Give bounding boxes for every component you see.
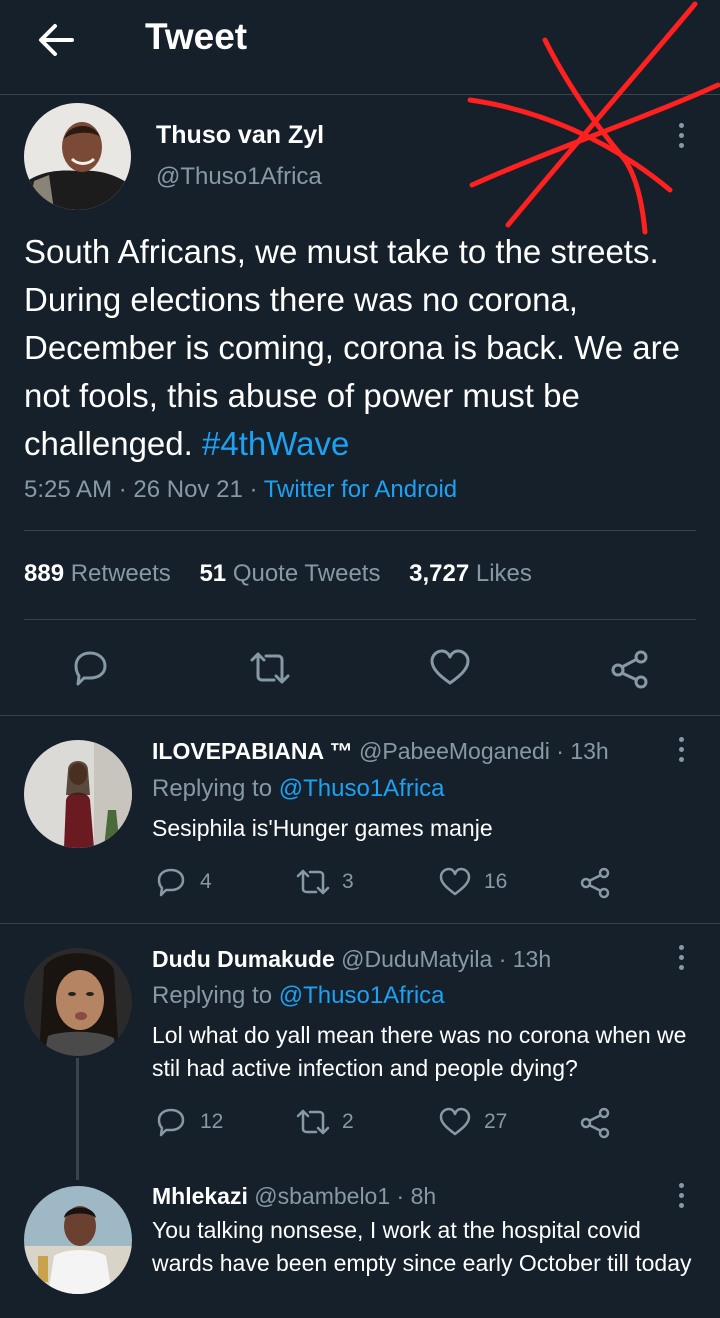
author-name[interactable]: Thuso van Zyl bbox=[156, 121, 324, 150]
hashtag-link[interactable]: #4thWave bbox=[202, 425, 349, 462]
heart-icon bbox=[439, 1107, 471, 1136]
red-cross-scribble bbox=[467, 1, 720, 235]
divider bbox=[0, 715, 720, 716]
likes-count: 3,727 bbox=[409, 560, 470, 587]
tweet-stats: 889 Retweets 51 Quote Tweets 3,727 Likes bbox=[24, 560, 554, 588]
reply-time: 8h bbox=[410, 1183, 437, 1209]
like-count: 27 bbox=[484, 1110, 508, 1133]
heart-icon bbox=[439, 867, 471, 896]
retweets-count: 889 bbox=[24, 560, 65, 587]
reply-action-bar: 12 2 27 bbox=[152, 1104, 622, 1140]
retweet-icon bbox=[296, 869, 330, 895]
more-options-icon[interactable] bbox=[676, 945, 686, 975]
reply-icon bbox=[74, 651, 107, 686]
reply-time: 13h bbox=[570, 738, 609, 764]
share-icon bbox=[580, 1107, 610, 1139]
reply-author[interactable]: Dudu Dumakude @DuduMatyila · 13h bbox=[152, 946, 551, 973]
reply-icon bbox=[157, 1108, 185, 1137]
share-icon bbox=[611, 650, 648, 689]
tweet-source-link[interactable]: Twitter for Android bbox=[264, 476, 457, 503]
reply-author[interactable]: Mhlekazi @sbambelo1 · 8h bbox=[152, 1183, 436, 1210]
retweet-button[interactable]: 3 bbox=[296, 864, 354, 900]
reply-avatar[interactable] bbox=[24, 1186, 132, 1294]
retweet-icon bbox=[296, 1109, 330, 1135]
separator-dot: · bbox=[549, 738, 571, 764]
mention-link[interactable]: @Thuso1Africa bbox=[279, 982, 445, 1009]
page-title: Tweet bbox=[145, 16, 248, 57]
like-button[interactable] bbox=[428, 646, 472, 690]
likes-stat[interactable]: 3,727 Likes bbox=[409, 560, 554, 587]
quotes-label: Quote Tweets bbox=[232, 560, 381, 587]
arrow-left-icon bbox=[39, 24, 74, 56]
replying-to: Replying to @Thuso1Africa bbox=[152, 982, 445, 1010]
retweet-count: 2 bbox=[342, 1110, 354, 1133]
tweet-date: 26 Nov 21 bbox=[133, 476, 243, 503]
share-button[interactable] bbox=[608, 646, 652, 690]
reply-time: 13h bbox=[512, 946, 552, 972]
retweets-label: Retweets bbox=[70, 560, 171, 587]
avatar-image bbox=[24, 103, 131, 210]
retweet-icon bbox=[250, 652, 290, 684]
reply-avatar[interactable] bbox=[24, 948, 132, 1056]
reply-button[interactable] bbox=[68, 646, 112, 690]
separator-dot: · bbox=[390, 1183, 411, 1209]
tweet-text: South Africans, we must take to the stre… bbox=[24, 228, 694, 468]
divider bbox=[0, 923, 720, 924]
reply-button[interactable]: 4 bbox=[154, 864, 212, 900]
thread-connector-line bbox=[76, 1058, 79, 1180]
reply-author-handle: @sbambelo1 bbox=[254, 1183, 391, 1209]
like-count: 16 bbox=[484, 870, 508, 893]
reply-action-bar: 4 3 16 bbox=[152, 864, 622, 900]
reply-button[interactable]: 12 bbox=[154, 1104, 223, 1140]
author-handle[interactable]: @Thuso1Africa bbox=[156, 163, 322, 191]
reply-count: 12 bbox=[200, 1110, 224, 1133]
divider bbox=[24, 619, 696, 620]
reply-icon bbox=[157, 868, 185, 897]
tweet-action-bar bbox=[0, 646, 720, 692]
replying-label: Replying to bbox=[152, 982, 273, 1009]
reply-author-handle: @PabeeMoganedi bbox=[359, 738, 550, 764]
reply-text: You talking nonsese, I work at the hospi… bbox=[152, 1217, 692, 1276]
separator-dot: · bbox=[492, 946, 513, 972]
reply-author-name: Dudu Dumakude bbox=[152, 946, 335, 972]
share-button[interactable] bbox=[578, 1104, 612, 1140]
share-icon bbox=[580, 867, 610, 899]
quote-tweets-stat[interactable]: 51 Quote Tweets bbox=[199, 560, 402, 587]
reply-avatar[interactable] bbox=[24, 740, 132, 848]
tweet-time: 5:25 AM bbox=[24, 476, 113, 503]
replying-to: Replying to @Thuso1Africa bbox=[152, 775, 445, 803]
like-button[interactable]: 16 bbox=[438, 864, 507, 900]
avatar-image bbox=[24, 740, 132, 848]
reply-text: Lol what do yall mean there was no coron… bbox=[152, 1022, 687, 1081]
reply-author-name: Mhlekazi bbox=[152, 1183, 248, 1209]
reply-text: Sesiphila is'Hunger games manje bbox=[152, 815, 493, 841]
reply-count: 4 bbox=[200, 870, 212, 893]
retweet-button[interactable]: 2 bbox=[296, 1104, 354, 1140]
like-button[interactable]: 27 bbox=[438, 1104, 507, 1140]
mention-link[interactable]: @Thuso1Africa bbox=[279, 775, 445, 802]
back-button[interactable] bbox=[36, 20, 76, 60]
reply-author-name: ILOVEPABIANA ™ bbox=[152, 738, 353, 764]
more-options-icon[interactable] bbox=[676, 1183, 686, 1213]
more-options-icon[interactable] bbox=[676, 737, 686, 767]
quotes-count: 51 bbox=[199, 560, 227, 587]
avatar-image bbox=[24, 1186, 132, 1294]
retweet-button[interactable] bbox=[248, 646, 292, 690]
retweet-count: 3 bbox=[342, 870, 354, 893]
avatar-image bbox=[24, 948, 132, 1056]
author-avatar[interactable] bbox=[24, 103, 131, 210]
replying-label: Replying to bbox=[152, 775, 273, 802]
more-options-icon[interactable] bbox=[676, 123, 686, 153]
tweet-body: South Africans, we must take to the stre… bbox=[24, 233, 680, 462]
retweets-stat[interactable]: 889 Retweets bbox=[24, 560, 193, 587]
reply-author[interactable]: ILOVEPABIANA ™ @PabeeMoganedi · 13h bbox=[152, 738, 609, 765]
likes-label: Likes bbox=[475, 560, 532, 587]
reply-author-handle: @DuduMatyila bbox=[341, 946, 493, 972]
tweet-timestamp: 5:25 AM · 26 Nov 21 · Twitter for Androi… bbox=[24, 476, 458, 503]
divider bbox=[24, 530, 696, 531]
heart-icon bbox=[430, 649, 470, 685]
share-button[interactable] bbox=[578, 864, 612, 900]
